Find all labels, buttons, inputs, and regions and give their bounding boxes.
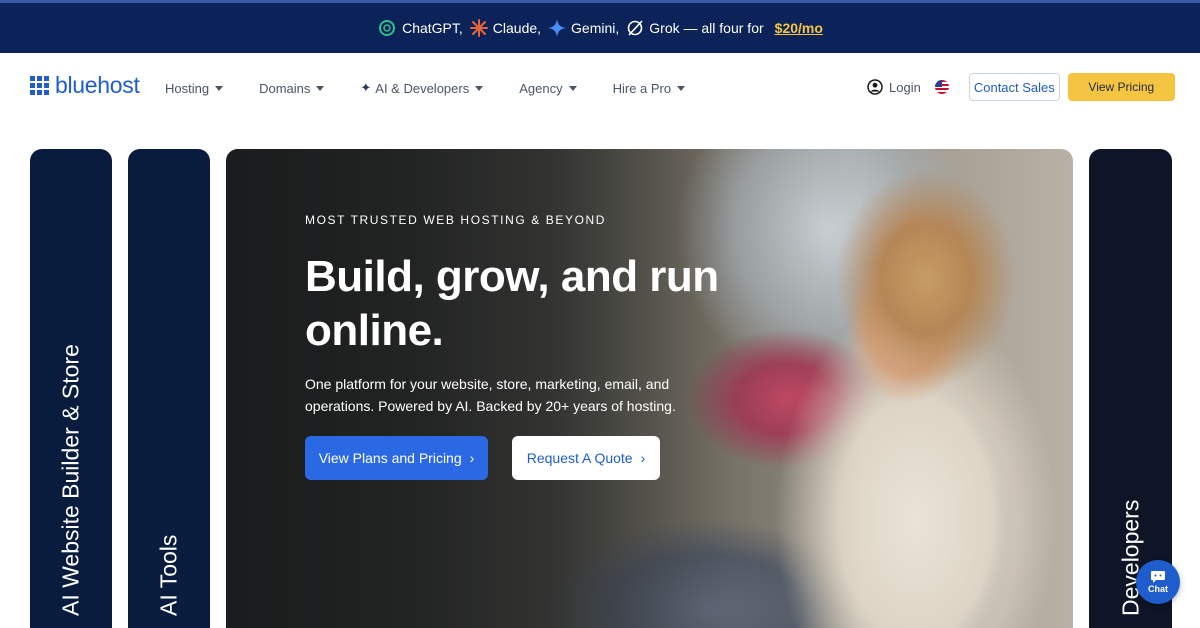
promo-bar[interactable]: ChatGPT, Claude, Gemini, Grok — all four… [0,0,1200,53]
promo-chatgpt-label: ChatGPT, [402,20,463,36]
grok-icon [627,20,643,36]
chevron-right-icon: › [469,450,475,466]
promo-claude-label: Claude, [492,20,542,36]
card-developers-label: Developers [1117,499,1143,616]
nav-item-hire-a-pro[interactable]: Hire a Pro [613,80,686,96]
logo-grid-icon [30,76,49,95]
chevron-down-icon [316,85,325,91]
nav-item-ai-developers[interactable]: ✦ AI & Developers [360,80,484,96]
main-nav: bluehost Hosting Domains ✦ AI & Develope… [0,53,1200,119]
contact-sales-button[interactable]: Contact Sales [968,73,1060,101]
nav-agency-label: Agency [519,80,563,96]
promo-item-claude: Claude, [469,19,542,37]
nav-actions: Login Contact Sales View Pricing [867,73,1175,101]
chat-bubble-icon [1151,571,1165,583]
promo-item-gemini: Gemini, [548,19,619,37]
view-pricing-button[interactable]: View Pricing [1067,73,1175,101]
login-link[interactable]: Login [867,79,921,95]
gemini-icon [548,19,567,37]
hero-banner: MOST TRUSTED WEB HOSTING & BEYOND Build,… [226,149,1073,628]
chevron-right-icon: › [640,450,646,466]
logo-text: bluehost [55,72,140,98]
hero-subtext: One platform for your website, store, ma… [305,376,676,414]
login-label: Login [889,79,921,95]
nav-domains-label: Domains [259,80,311,96]
view-plans-label: View Plans and Pricing [318,450,462,466]
nav-item-agency[interactable]: Agency [519,80,577,96]
chevron-down-icon [215,85,224,91]
card-ai-website-builder-label: AI Website Builder & Store [57,344,84,616]
nav-ai-developers-label: AI & Developers [375,80,470,96]
nav-menu: Hosting Domains ✦ AI & Developers Agency… [165,80,721,96]
hero-eyebrow: MOST TRUSTED WEB HOSTING & BEYOND [305,213,607,227]
us-flag-icon[interactable] [934,80,949,94]
view-plans-button[interactable]: View Plans and Pricing › [305,436,488,480]
card-ai-tools-label: AI Tools [155,534,182,616]
promo-item-chatgpt: ChatGPT, [377,18,463,38]
claude-icon [469,19,488,37]
nav-item-domains[interactable]: Domains [259,80,325,96]
chevron-down-icon [475,85,484,91]
hero-headline: Build, grow, and run online. [305,252,719,355]
promo-price-link[interactable]: $20/mo [775,20,823,36]
promo-item-grok: Grok — all four for [626,19,764,37]
nav-hosting-label: Hosting [165,80,210,96]
request-quote-label: Request A Quote [526,450,633,466]
chevron-down-icon [568,85,577,91]
card-developers[interactable]: Developers [1089,149,1172,628]
sparkle-icon: ✦ [360,80,372,95]
nav-hire-a-pro-label: Hire a Pro [612,80,672,96]
promo-gemini-label: Gemini, [571,20,620,36]
promo-grok-label: Grok — all four for [649,20,764,36]
card-ai-tools[interactable]: AI Tools [128,149,210,628]
card-ai-website-builder[interactable]: AI Website Builder & Store [30,149,112,628]
request-quote-button[interactable]: Request A Quote › [512,436,660,480]
chat-widget-button[interactable]: Chat [1136,560,1180,604]
user-icon [867,79,883,95]
bluehost-logo[interactable]: bluehost [30,72,140,99]
chatgpt-icon [379,20,396,36]
nav-item-hosting[interactable]: Hosting [165,80,224,96]
chevron-down-icon [677,85,686,91]
chat-label: Chat [1148,584,1168,594]
